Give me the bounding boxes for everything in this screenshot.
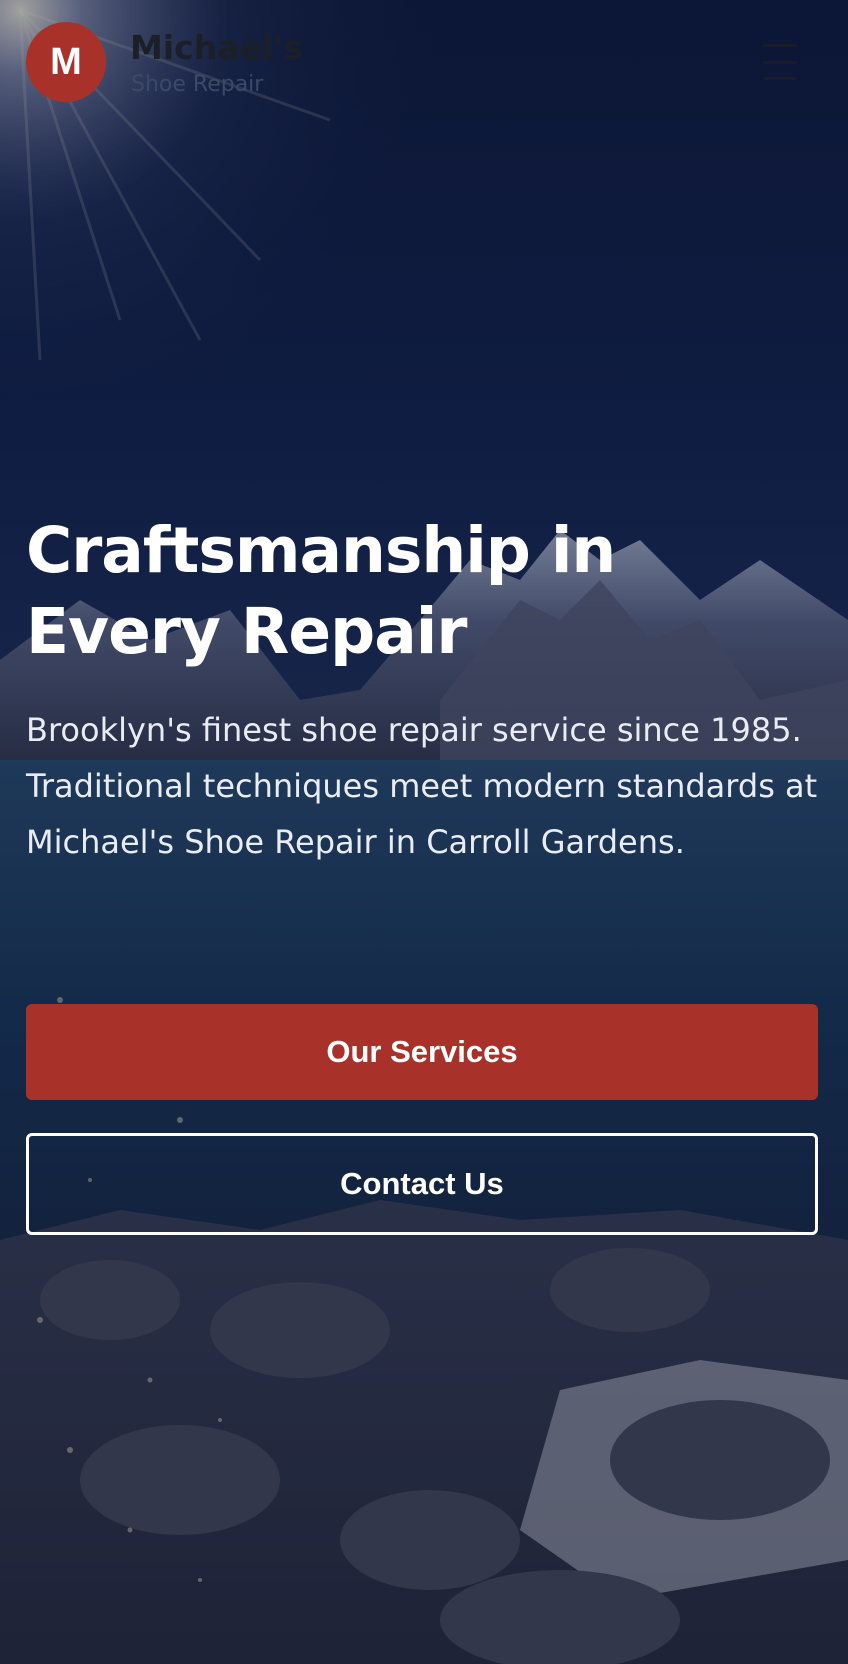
hero-description: Brooklyn's finest shoe repair service si… [26, 711, 818, 861]
site-header: M Michael's Shoe Repair [0, 0, 848, 124]
contact-us-button[interactable]: Contact Us [26, 1133, 818, 1235]
hamburger-menu-icon[interactable] [758, 44, 802, 80]
menu-bar-top [763, 44, 797, 47]
brand-subtitle: Shoe Repair [131, 72, 264, 97]
hero-content: Craftsmanship in Every Repair Brooklyn's… [26, 510, 826, 870]
menu-bar-bottom [763, 77, 797, 80]
logo-letter: M [50, 40, 82, 83]
our-services-button[interactable]: Our Services [26, 1004, 818, 1100]
our-services-label: Our Services [326, 1034, 518, 1069]
brand-name[interactable]: Michael's [130, 28, 303, 67]
menu-bar-middle [763, 60, 797, 64]
contact-us-label: Contact Us [340, 1166, 504, 1201]
hero-title: Craftsmanship in Every Repair [26, 514, 616, 668]
logo-badge[interactable]: M [26, 22, 106, 102]
